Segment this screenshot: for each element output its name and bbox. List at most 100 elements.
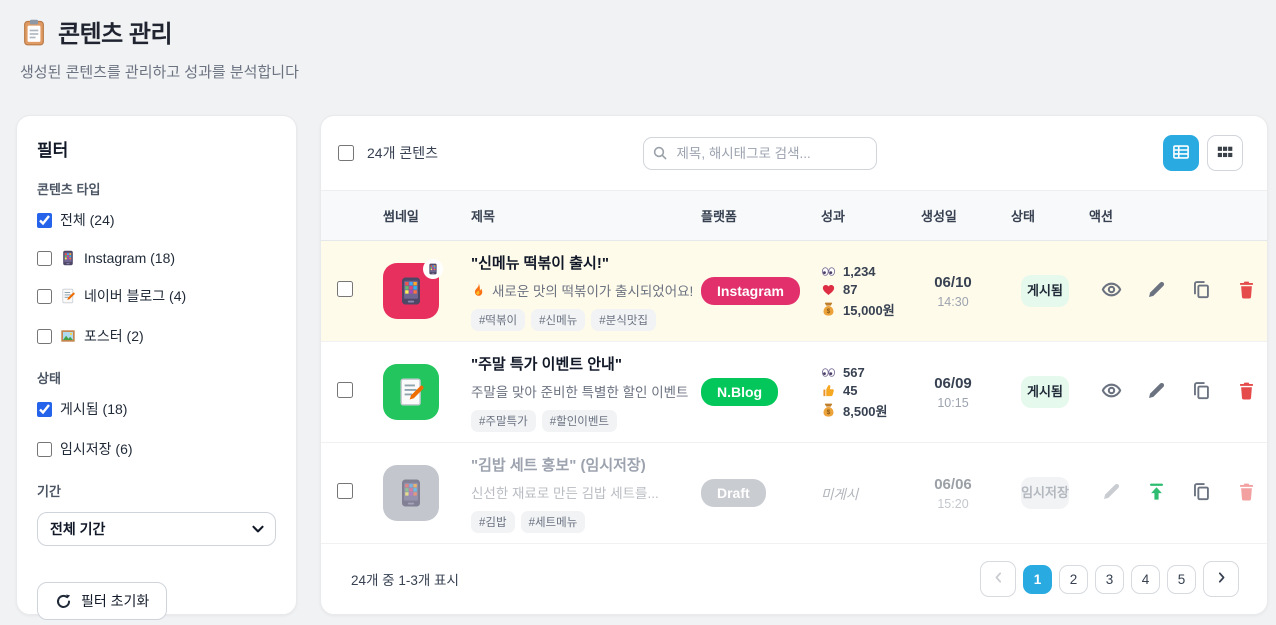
page-button-4[interactable]: 4	[1131, 565, 1160, 594]
page-button-2[interactable]: 2	[1059, 565, 1088, 594]
time-value: 15:20	[921, 497, 985, 511]
stat-line: 87	[821, 282, 921, 297]
stats-cell: 1,234 87 $15,000원	[821, 261, 921, 322]
thumbnail[interactable]	[383, 465, 439, 521]
trash-icon	[1236, 380, 1257, 404]
duplicate-button[interactable]	[1189, 481, 1213, 505]
content-type-checkbox-0[interactable]	[37, 213, 52, 228]
page-subtitle: 생성된 콘텐츠를 관리하고 성과를 분석합니다	[20, 61, 1256, 82]
publish-button[interactable]	[1144, 481, 1168, 505]
status-filter-option[interactable]: 게시됨 (18)	[37, 399, 276, 419]
edit-button[interactable]	[1144, 380, 1168, 404]
row-checkbox[interactable]	[337, 382, 353, 398]
delete-button[interactable]	[1234, 481, 1258, 505]
status-filter-checkbox-0[interactable]	[37, 402, 52, 417]
memo-icon	[60, 288, 76, 304]
svg-text:$: $	[827, 307, 831, 314]
tag-list: #주말특가#할인이벤트	[471, 410, 701, 432]
column-header: 생성일	[921, 206, 1011, 225]
memo-icon	[396, 377, 426, 407]
created-date: 06/0910:15	[921, 375, 985, 410]
content-title[interactable]: "김밥 세트 홍보" (임시저장)	[471, 454, 701, 475]
row-checkbox[interactable]	[337, 281, 353, 297]
stat-line: 1,234	[821, 264, 921, 279]
stats-cell: 56745$8,500원	[821, 362, 921, 423]
trash-icon	[1236, 279, 1257, 303]
thumbnail[interactable]	[383, 364, 439, 420]
content-type-option[interactable]: 전체 (24)	[37, 210, 276, 230]
table-header: 썸네일제목플랫폼성과생성일상태액션	[321, 191, 1267, 241]
delete-button[interactable]	[1234, 279, 1258, 303]
row-actions	[1099, 380, 1267, 404]
eye-icon	[1101, 279, 1122, 303]
content-type-label: 콘텐츠 타입	[37, 179, 276, 198]
status-filter-checkbox-1[interactable]	[37, 442, 52, 457]
duplicate-button[interactable]	[1189, 380, 1213, 404]
content-type-option-label: 전체 (24)	[60, 210, 115, 230]
pencil-icon	[1146, 279, 1167, 303]
content-count: 24개 콘텐츠	[367, 143, 438, 163]
list-view-button[interactable]	[1163, 135, 1199, 171]
phone-icon	[396, 276, 426, 306]
content-type-checkbox-1[interactable]	[37, 251, 52, 266]
duplicate-button[interactable]	[1189, 279, 1213, 303]
heart-icon	[821, 282, 836, 297]
content-subtitle: 새로운 맛의 떡볶이가 출시되었어요!	[471, 280, 701, 300]
chevron-right-icon	[1214, 570, 1229, 588]
stats-cell: 미게시	[821, 483, 921, 504]
content-type-checkbox-3[interactable]	[37, 329, 52, 344]
stat-line: 567	[821, 365, 921, 380]
pencil-icon	[1101, 481, 1122, 505]
content-type-option[interactable]: Instagram (18)	[37, 250, 276, 266]
pencil-icon	[1146, 380, 1167, 404]
select-all-checkbox[interactable]	[338, 145, 354, 161]
prev-page-button[interactable]	[980, 561, 1016, 597]
edit-button[interactable]	[1144, 279, 1168, 303]
delete-button[interactable]	[1234, 380, 1258, 404]
platform-badge: Instagram	[701, 277, 800, 305]
search-box	[643, 137, 877, 170]
grid-view-button[interactable]	[1207, 135, 1243, 171]
eye-icon	[1101, 380, 1122, 404]
next-page-button[interactable]	[1203, 561, 1239, 597]
period-select[interactable]: 전체 기간	[37, 512, 276, 546]
tag-list: #떡볶이#신메뉴#분식맛집	[471, 309, 701, 331]
thumbnail-platform-badge	[423, 259, 443, 279]
copy-icon	[1191, 481, 1212, 505]
view-button[interactable]	[1099, 279, 1123, 303]
content-subtitle-text: 신선한 재료로 만든 김밥 세트를...	[471, 482, 659, 502]
stat-value: 567	[843, 365, 865, 380]
table-row: "김밥 세트 홍보" (임시저장) 신선한 재료로 만든 김밥 세트를... #김밥…	[321, 443, 1267, 544]
page-button-5[interactable]: 5	[1167, 565, 1196, 594]
time-value: 10:15	[921, 396, 985, 410]
status-badge: 게시됨	[1021, 376, 1069, 409]
content-title[interactable]: "주말 특가 이벤트 안내"	[471, 353, 701, 374]
edit-button[interactable]	[1099, 481, 1123, 505]
page-button-3[interactable]: 3	[1095, 565, 1124, 594]
thumbnail[interactable]	[383, 263, 439, 319]
status-filter-option[interactable]: 임시저장 (6)	[37, 439, 276, 459]
stat-value: 15,000원	[843, 300, 895, 319]
content-type-option[interactable]: 포스터 (2)	[37, 326, 276, 346]
tag: #세트메뉴	[521, 511, 586, 533]
stat-line: $15,000원	[821, 300, 921, 319]
table-footer: 24개 중 1-3개 표시 12345	[321, 544, 1267, 614]
page-button-1[interactable]: 1	[1023, 565, 1052, 594]
content-type-option-label: 네이버 블로그 (4)	[84, 286, 186, 306]
content-type-checkbox-2[interactable]	[37, 289, 52, 304]
content-type-option[interactable]: 네이버 블로그 (4)	[37, 286, 276, 306]
platform-badge: N.Blog	[701, 378, 778, 406]
content-panel: 24개 콘텐츠 썸네일제목플랫폼성과생성일상태액션 "신메뉴 떡볶이 출시!" 새…	[320, 115, 1268, 615]
filter-title: 필터	[37, 136, 276, 161]
page-header: 콘텐츠 관리 생성된 콘텐츠를 관리하고 성과를 분석합니다	[0, 0, 1276, 82]
search-icon	[652, 145, 668, 161]
column-header: 액션	[1089, 206, 1267, 225]
table-row: "신메뉴 떡볶이 출시!" 새로운 맛의 떡볶이가 출시되었어요! #떡볶이#신메뉴…	[321, 241, 1267, 342]
reset-filters-button[interactable]: 필터 초기화	[37, 582, 167, 620]
tag: #김밥	[471, 511, 515, 533]
row-checkbox[interactable]	[337, 483, 353, 499]
search-input[interactable]	[643, 137, 877, 170]
content-type-option-label: Instagram (18)	[84, 250, 175, 266]
view-button[interactable]	[1099, 380, 1123, 404]
content-title[interactable]: "신메뉴 떡볶이 출시!"	[471, 252, 701, 273]
